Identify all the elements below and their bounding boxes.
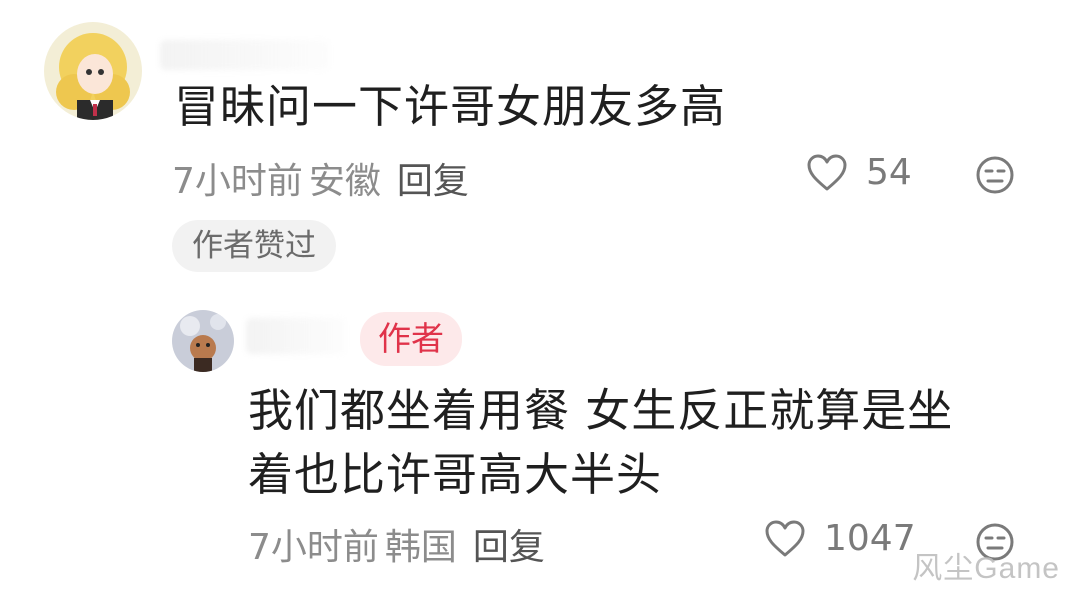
like-count: 1047	[824, 518, 916, 559]
reply-button[interactable]: 回复	[473, 527, 545, 568]
meh-face-icon[interactable]	[975, 155, 1015, 195]
avatar[interactable]	[172, 310, 234, 372]
avatar[interactable]	[44, 22, 142, 120]
comment-text-line1: 我们都坐着用餐 女生反正就算是坐	[248, 384, 954, 437]
avatar-image	[172, 310, 234, 372]
like-button[interactable]: 1047	[764, 518, 916, 559]
comment-location: 安徽	[308, 161, 381, 202]
comment-time: 7小时前	[248, 527, 379, 568]
comment-meta: 7小时前 韩国 回复	[248, 518, 551, 570]
username-redacted	[246, 318, 346, 354]
comment-meta: 7小时前 安徽 回复	[172, 152, 475, 204]
heart-icon	[765, 520, 805, 556]
comment-item: 冒昧问一下许哥女朋友多高 7小时前 安徽 回复 54 作者赞过	[0, 0, 1080, 290]
comment-location: 韩国	[384, 527, 457, 568]
like-count: 54	[866, 152, 912, 193]
avatar-image	[44, 22, 142, 120]
comment-text-line2: 着也比许哥高大半头	[248, 448, 663, 501]
like-button[interactable]: 54	[806, 152, 912, 193]
comment-time: 7小时前	[172, 161, 303, 202]
author-liked-tag: 作者赞过	[172, 220, 336, 272]
heart-icon	[807, 154, 847, 190]
comment-text: 冒昧问一下许哥女朋友多高	[174, 80, 727, 133]
author-badge: 作者	[360, 312, 462, 366]
reply-button[interactable]: 回复	[397, 161, 469, 202]
username-redacted	[160, 40, 330, 70]
watermark: 风尘Game	[912, 552, 1060, 585]
